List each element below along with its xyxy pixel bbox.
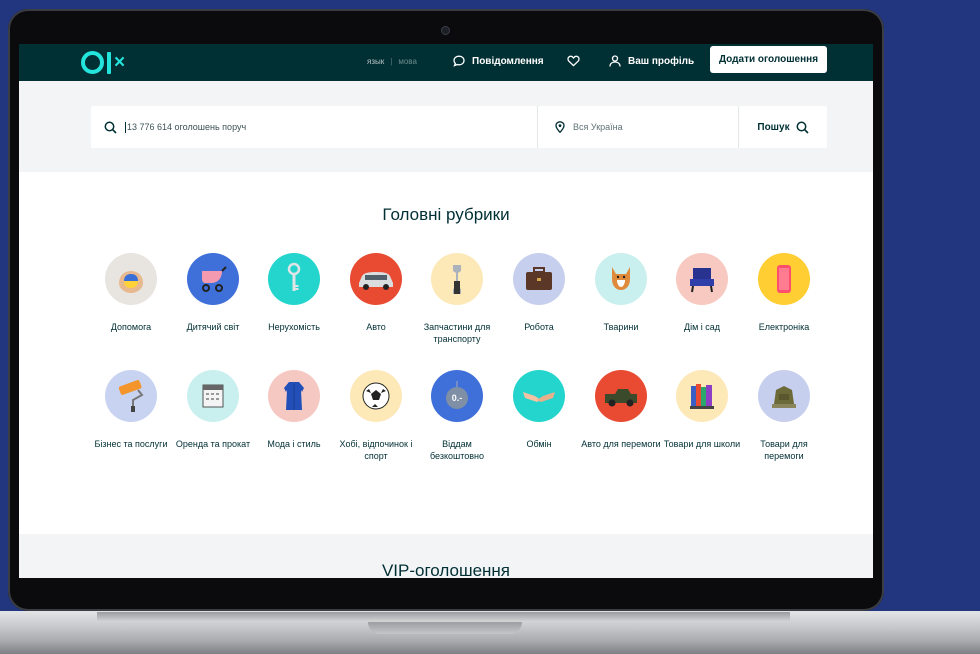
category-label: Оренда та прокат xyxy=(175,439,251,449)
svg-text:0.-: 0.- xyxy=(452,393,463,403)
search-placeholder: 13 776 614 оголошень поруч xyxy=(127,122,247,132)
key-icon xyxy=(268,253,320,305)
category-electronics[interactable]: Електроніка xyxy=(743,253,825,333)
user-icon xyxy=(609,55,621,67)
category-label: Бізнес та послуги xyxy=(94,439,168,449)
category-label: Мода і стиль xyxy=(267,439,321,449)
laptop-hinge xyxy=(97,612,790,622)
category-help[interactable]: Допомога xyxy=(90,253,172,333)
category-label: Робота xyxy=(524,322,554,332)
pickup-truck-icon xyxy=(595,370,647,422)
category-label: Дім і сад xyxy=(683,322,721,332)
category-free[interactable]: 0.- Віддам безкоштовно xyxy=(416,370,498,462)
favorites-link[interactable] xyxy=(567,55,587,67)
language-switch: язык | мова xyxy=(367,57,417,66)
car-icon xyxy=(350,253,402,305)
location-value: Вся Україна xyxy=(573,122,623,132)
category-rental[interactable]: Оренда та прокат xyxy=(172,370,254,450)
lang-ua[interactable]: мова xyxy=(398,57,417,66)
laptop-notch xyxy=(368,622,522,634)
search-input[interactable]: 13 776 614 оголошень поруч xyxy=(91,106,537,148)
location-pin-icon xyxy=(555,121,565,133)
category-label: Дитячий світ xyxy=(186,322,240,332)
stroller-icon xyxy=(187,253,239,305)
category-label: Хобі, відпочинок і спорт xyxy=(339,439,413,461)
category-animals[interactable]: Тварини xyxy=(580,253,662,333)
categories-title: Головні рубрики xyxy=(382,205,510,224)
category-label: Запчастини для транспорту xyxy=(423,322,491,344)
category-jobs[interactable]: Робота xyxy=(498,253,580,333)
profile-label: Ваш профіль xyxy=(628,55,695,67)
hands-heart-icon xyxy=(105,253,157,305)
add-listing-button[interactable]: Додати оголошення xyxy=(710,46,827,73)
category-label: Товари для перемоги xyxy=(760,439,808,461)
category-kids[interactable]: Дитячий світ xyxy=(172,253,254,333)
categories-section: Головні рубрики Допомога Дитячий світ Не… xyxy=(19,172,873,534)
webcam xyxy=(441,26,450,35)
handshake-icon xyxy=(513,370,565,422)
category-real-estate[interactable]: Нерухомість xyxy=(253,253,335,333)
search-button[interactable]: Пошук xyxy=(739,106,827,148)
category-hobby[interactable]: Хобі, відпочинок і спорт xyxy=(335,370,417,462)
lang-ru[interactable]: язык xyxy=(367,57,384,66)
dog-icon xyxy=(595,253,647,305)
smartphone-icon xyxy=(758,253,810,305)
heart-icon xyxy=(567,55,580,67)
category-fashion[interactable]: Мода і стиль xyxy=(253,370,335,450)
robe-icon xyxy=(268,370,320,422)
category-label: Нерухомість xyxy=(268,322,320,332)
price-tag-icon: 0.- xyxy=(431,370,483,422)
vip-section: VIP-оголошення xyxy=(19,534,873,578)
category-label: Електроніка xyxy=(758,322,810,332)
category-auto-victory[interactable]: Авто для перемоги xyxy=(580,370,662,450)
profile-link[interactable]: Ваш профіль xyxy=(609,55,694,67)
search-box: 13 776 614 оголошень поруч Вся Україна П… xyxy=(91,106,827,148)
category-business[interactable]: Бізнес та послуги xyxy=(90,370,172,450)
soccer-ball-icon xyxy=(350,370,402,422)
messages-label: Повідомлення xyxy=(472,55,544,67)
briefcase-icon xyxy=(513,253,565,305)
category-home-garden[interactable]: Дім і сад xyxy=(661,253,743,333)
category-school[interactable]: Товари для школи xyxy=(661,370,743,450)
armchair-icon xyxy=(676,253,728,305)
location-input[interactable]: Вся Україна xyxy=(538,106,738,148)
category-auto[interactable]: Авто xyxy=(335,253,417,333)
search-icon xyxy=(796,121,809,134)
search-button-label: Пошук xyxy=(757,121,790,133)
header: × язык | мова Повідомлення Ваш профіль Дод… xyxy=(19,44,873,81)
category-auto-parts[interactable]: Запчастини для транспорту xyxy=(416,253,498,345)
search-band: 13 776 614 оголошень поруч Вся Україна П… xyxy=(19,81,873,172)
category-exchange[interactable]: Обмін xyxy=(498,370,580,450)
calendar-icon xyxy=(187,370,239,422)
books-icon xyxy=(676,370,728,422)
category-label: Віддам безкоштовно xyxy=(429,439,485,461)
category-label: Авто xyxy=(366,322,386,332)
paint-roller-icon xyxy=(105,370,157,422)
screen: × язык | мова Повідомлення Ваш профіль Дод… xyxy=(19,44,873,578)
messages-link[interactable]: Повідомлення xyxy=(453,55,544,67)
chat-icon xyxy=(453,55,465,67)
category-goods-victory[interactable]: Товари для перемоги xyxy=(743,370,825,462)
wrench-icon xyxy=(431,253,483,305)
search-icon xyxy=(104,121,117,134)
olx-logo[interactable]: × xyxy=(81,50,125,75)
category-label: Тварини xyxy=(603,322,639,332)
category-label: Авто для перемоги xyxy=(581,439,661,449)
category-label: Товари для школи xyxy=(663,439,741,449)
category-label: Допомога xyxy=(110,322,152,332)
vip-title: VIP-оголошення xyxy=(381,561,511,578)
category-label: Обмін xyxy=(526,439,552,449)
military-gear-icon xyxy=(758,370,810,422)
